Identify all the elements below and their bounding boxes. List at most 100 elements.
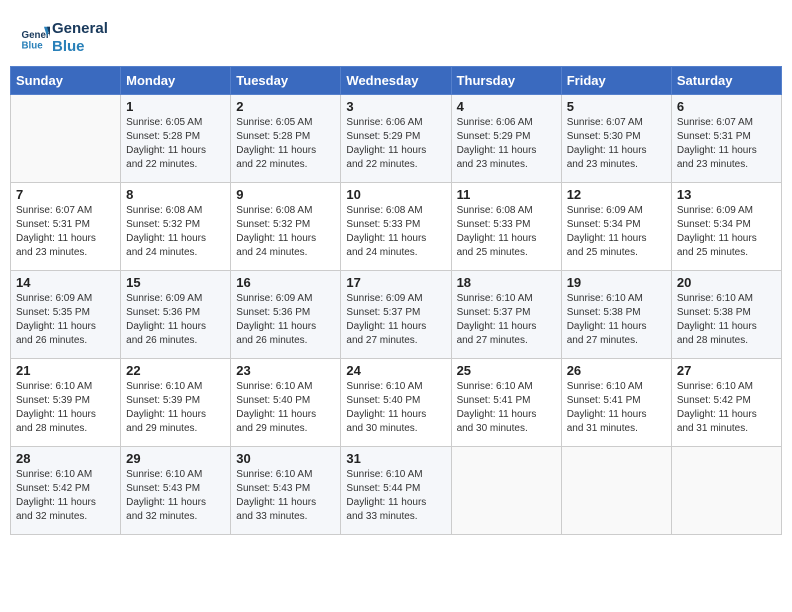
calendar-cell: 19 Sunrise: 6:10 AM Sunset: 5:38 PM Dayli… — [561, 271, 671, 359]
day-number: 28 — [16, 451, 115, 466]
column-header-tuesday: Tuesday — [231, 67, 341, 95]
day-info: Sunrise: 6:08 AM Sunset: 5:32 PM Dayligh… — [126, 204, 225, 260]
day-info: Sunrise: 6:10 AM Sunset: 5:37 PM Dayligh… — [457, 292, 556, 348]
day-number: 21 — [16, 363, 115, 378]
day-number: 24 — [346, 363, 445, 378]
day-info: Sunrise: 6:10 AM Sunset: 5:42 PM Dayligh… — [677, 380, 776, 436]
day-info: Sunrise: 6:09 AM Sunset: 5:34 PM Dayligh… — [567, 204, 666, 260]
calendar-cell: 26 Sunrise: 6:10 AM Sunset: 5:41 PM Dayli… — [561, 359, 671, 447]
day-number: 6 — [677, 99, 776, 114]
calendar-cell — [11, 95, 121, 183]
day-info: Sunrise: 6:06 AM Sunset: 5:29 PM Dayligh… — [346, 116, 445, 172]
calendar-table: SundayMondayTuesdayWednesdayThursdayFrid… — [10, 66, 782, 535]
day-number: 1 — [126, 99, 225, 114]
day-number: 8 — [126, 187, 225, 202]
day-number: 12 — [567, 187, 666, 202]
day-number: 3 — [346, 99, 445, 114]
day-number: 17 — [346, 275, 445, 290]
calendar-cell — [561, 447, 671, 535]
calendar-cell: 31 Sunrise: 6:10 AM Sunset: 5:44 PM Dayli… — [341, 447, 451, 535]
day-info: Sunrise: 6:09 AM Sunset: 5:37 PM Dayligh… — [346, 292, 445, 348]
day-info: Sunrise: 6:10 AM Sunset: 5:38 PM Dayligh… — [567, 292, 666, 348]
calendar-cell: 17 Sunrise: 6:09 AM Sunset: 5:37 PM Dayli… — [341, 271, 451, 359]
calendar-cell: 20 Sunrise: 6:10 AM Sunset: 5:38 PM Dayli… — [671, 271, 781, 359]
calendar-cell: 23Sunrise: 6:10 AM Sunset: 5:40 PM Dayli… — [231, 359, 341, 447]
calendar-cell: 27 Sunrise: 6:10 AM Sunset: 5:42 PM Dayli… — [671, 359, 781, 447]
page-header: General Blue General Blue — [10, 10, 782, 61]
calendar-cell: 7Sunrise: 6:07 AM Sunset: 5:31 PM Daylig… — [11, 183, 121, 271]
day-number: 20 — [677, 275, 776, 290]
calendar-cell: 12 Sunrise: 6:09 AM Sunset: 5:34 PM Dayli… — [561, 183, 671, 271]
calendar-cell: 25Sunrise: 6:10 AM Sunset: 5:41 PM Dayli… — [451, 359, 561, 447]
calendar-cell: 13 Sunrise: 6:09 AM Sunset: 5:34 PM Dayli… — [671, 183, 781, 271]
day-info: Sunrise: 6:10 AM Sunset: 5:44 PM Dayligh… — [346, 468, 445, 524]
calendar-cell: 3 Sunrise: 6:06 AM Sunset: 5:29 PM Daylig… — [341, 95, 451, 183]
calendar-cell: 16Sunrise: 6:09 AM Sunset: 5:36 PM Dayli… — [231, 271, 341, 359]
calendar-cell: 14 Sunrise: 6:09 AM Sunset: 5:35 PM Dayli… — [11, 271, 121, 359]
calendar-week-row: 28 Sunrise: 6:10 AM Sunset: 5:42 PM Dayli… — [11, 447, 782, 535]
logo-text-line1: General — [52, 20, 108, 38]
calendar-cell: 10 Sunrise: 6:08 AM Sunset: 5:33 PM Dayli… — [341, 183, 451, 271]
calendar-cell: 9Sunrise: 6:08 AM Sunset: 5:32 PM Daylig… — [231, 183, 341, 271]
day-number: 14 — [16, 275, 115, 290]
day-number: 23 — [236, 363, 335, 378]
calendar-cell — [671, 447, 781, 535]
day-number: 10 — [346, 187, 445, 202]
column-header-monday: Monday — [121, 67, 231, 95]
column-header-sunday: Sunday — [11, 67, 121, 95]
day-info: Sunrise: 6:06 AM Sunset: 5:29 PM Dayligh… — [457, 116, 556, 172]
day-number: 9 — [236, 187, 335, 202]
day-number: 15 — [126, 275, 225, 290]
day-number: 16 — [236, 275, 335, 290]
day-info: Sunrise: 6:10 AM Sunset: 5:43 PM Dayligh… — [236, 468, 335, 524]
column-header-saturday: Saturday — [671, 67, 781, 95]
day-number: 31 — [346, 451, 445, 466]
calendar-cell: 18 Sunrise: 6:10 AM Sunset: 5:37 PM Dayli… — [451, 271, 561, 359]
day-info: Sunrise: 6:05 AM Sunset: 5:28 PM Dayligh… — [126, 116, 225, 172]
calendar-cell: 6 Sunrise: 6:07 AM Sunset: 5:31 PM Daylig… — [671, 95, 781, 183]
day-info: Sunrise: 6:08 AM Sunset: 5:33 PM Dayligh… — [346, 204, 445, 260]
calendar-cell: 28 Sunrise: 6:10 AM Sunset: 5:42 PM Dayli… — [11, 447, 121, 535]
logo: General Blue General Blue — [20, 20, 108, 56]
day-info: Sunrise: 6:09 AM Sunset: 5:35 PM Dayligh… — [16, 292, 115, 348]
svg-text:Blue: Blue — [22, 41, 44, 52]
day-info: Sunrise: 6:10 AM Sunset: 5:41 PM Dayligh… — [567, 380, 666, 436]
day-number: 13 — [677, 187, 776, 202]
calendar-cell: 24 Sunrise: 6:10 AM Sunset: 5:40 PM Dayli… — [341, 359, 451, 447]
day-number: 22 — [126, 363, 225, 378]
logo-icon: General Blue — [20, 23, 50, 53]
calendar-week-row: 1 Sunrise: 6:05 AM Sunset: 5:28 PM Daylig… — [11, 95, 782, 183]
day-info: Sunrise: 6:05 AM Sunset: 5:28 PM Dayligh… — [236, 116, 335, 172]
day-number: 25 — [457, 363, 556, 378]
day-info: Sunrise: 6:07 AM Sunset: 5:30 PM Dayligh… — [567, 116, 666, 172]
calendar-header-row: SundayMondayTuesdayWednesdayThursdayFrid… — [11, 67, 782, 95]
day-info: Sunrise: 6:07 AM Sunset: 5:31 PM Dayligh… — [677, 116, 776, 172]
calendar-cell: 22 Sunrise: 6:10 AM Sunset: 5:39 PM Dayli… — [121, 359, 231, 447]
calendar-cell — [451, 447, 561, 535]
day-number: 19 — [567, 275, 666, 290]
calendar-week-row: 14 Sunrise: 6:09 AM Sunset: 5:35 PM Dayli… — [11, 271, 782, 359]
calendar-cell: 11Sunrise: 6:08 AM Sunset: 5:33 PM Dayli… — [451, 183, 561, 271]
day-number: 18 — [457, 275, 556, 290]
day-info: Sunrise: 6:10 AM Sunset: 5:39 PM Dayligh… — [16, 380, 115, 436]
day-info: Sunrise: 6:10 AM Sunset: 5:38 PM Dayligh… — [677, 292, 776, 348]
day-number: 26 — [567, 363, 666, 378]
day-info: Sunrise: 6:10 AM Sunset: 5:40 PM Dayligh… — [346, 380, 445, 436]
calendar-cell: 15 Sunrise: 6:09 AM Sunset: 5:36 PM Dayli… — [121, 271, 231, 359]
day-info: Sunrise: 6:09 AM Sunset: 5:36 PM Dayligh… — [126, 292, 225, 348]
calendar-week-row: 7Sunrise: 6:07 AM Sunset: 5:31 PM Daylig… — [11, 183, 782, 271]
day-number: 7 — [16, 187, 115, 202]
day-number: 30 — [236, 451, 335, 466]
calendar-cell: 29Sunrise: 6:10 AM Sunset: 5:43 PM Dayli… — [121, 447, 231, 535]
calendar-cell: 21 Sunrise: 6:10 AM Sunset: 5:39 PM Dayli… — [11, 359, 121, 447]
day-info: Sunrise: 6:10 AM Sunset: 5:42 PM Dayligh… — [16, 468, 115, 524]
day-number: 4 — [457, 99, 556, 114]
day-info: Sunrise: 6:10 AM Sunset: 5:43 PM Dayligh… — [126, 468, 225, 524]
day-info: Sunrise: 6:09 AM Sunset: 5:34 PM Dayligh… — [677, 204, 776, 260]
calendar-cell: 30 Sunrise: 6:10 AM Sunset: 5:43 PM Dayli… — [231, 447, 341, 535]
day-number: 27 — [677, 363, 776, 378]
day-info: Sunrise: 6:10 AM Sunset: 5:39 PM Dayligh… — [126, 380, 225, 436]
day-number: 2 — [236, 99, 335, 114]
day-number: 5 — [567, 99, 666, 114]
day-info: Sunrise: 6:08 AM Sunset: 5:33 PM Dayligh… — [457, 204, 556, 260]
